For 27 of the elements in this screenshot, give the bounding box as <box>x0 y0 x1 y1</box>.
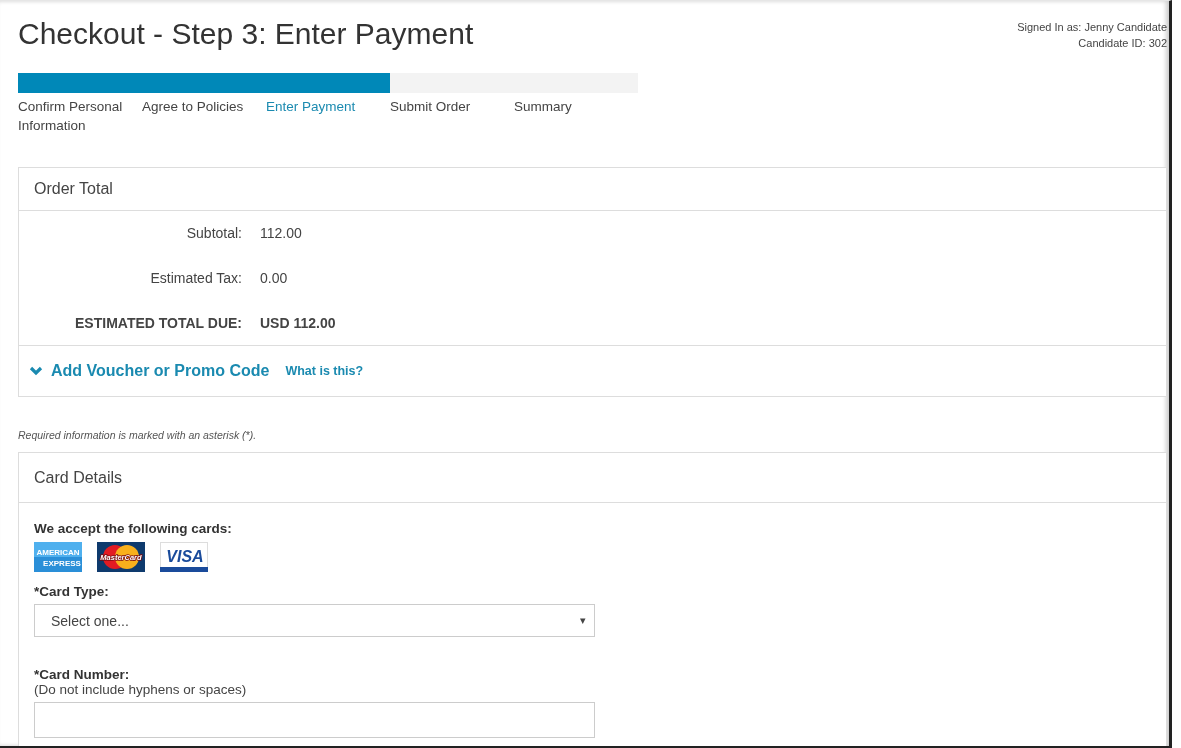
field-label: *Card Number: <box>34 667 131 682</box>
panel-heading: Card Details <box>34 468 123 487</box>
total-label: Estimated Tax: <box>149 269 242 288</box>
step-label: Confirm Personal Information <box>18 98 124 135</box>
total-value: 0.00 <box>260 269 289 288</box>
field-label: *Card Type: <box>34 584 110 599</box>
required-note: Required information is marked with an asterisk (*). <box>18 429 258 441</box>
signed-in-text: Signed In as: Jenny Candidate <box>1017 20 1167 35</box>
total-value: 112.00 <box>260 224 303 243</box>
card-logo: VISA <box>160 542 208 572</box>
total-label: ESTIMATED TOTAL DUE: <box>74 314 242 333</box>
card-logo: AMERICAN EXPRESS <box>34 542 82 572</box>
card-number-field[interactable] <box>34 702 595 738</box>
candidate-id: Candidate ID: 302 <box>1078 36 1167 51</box>
card-type-select[interactable]: Select one... ▾ <box>34 604 595 637</box>
accepted-cards-label: We accept the following cards: <box>34 521 233 536</box>
field-hint: (Do not include hyphens or spaces) <box>34 682 248 697</box>
voucher-toggle[interactable]: Add Voucher or Promo Code <box>29 362 270 380</box>
step-label: Summary <box>514 98 573 116</box>
step-label: Agree to Policies <box>142 98 245 116</box>
step-label: Enter Payment <box>266 98 357 116</box>
total-value: USD 112.00 <box>260 314 337 333</box>
panel-heading: Order Total <box>34 180 113 198</box>
total-label: Subtotal: <box>185 224 242 243</box>
step-label: Submit Order <box>390 98 472 116</box>
help-link[interactable]: What is this? <box>285 364 364 378</box>
page-title: Checkout - Step 3: Enter Payment <box>18 17 474 51</box>
